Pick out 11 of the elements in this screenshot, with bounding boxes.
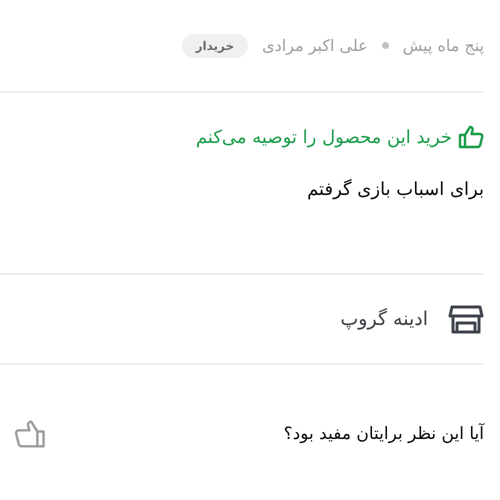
thumbs-up-icon <box>458 125 484 149</box>
review-date: پنج ماه پیش <box>402 36 484 55</box>
recommendation-text: خرید این محصول را توصیه می‌کنم <box>196 126 452 148</box>
review-text: برای اسباب بازی گرفتم <box>306 179 484 202</box>
store-icon <box>448 303 484 335</box>
seller-name: ادینه گروپ <box>340 308 428 330</box>
thumbs-up-icon[interactable] <box>14 419 46 449</box>
author-name: علی اکبر مرادی <box>262 36 368 55</box>
helpful-question: آیا این نظر برایتان مفید بود؟ <box>284 424 484 444</box>
separator-dot <box>382 42 389 49</box>
buyer-badge: خریدار <box>182 34 248 58</box>
